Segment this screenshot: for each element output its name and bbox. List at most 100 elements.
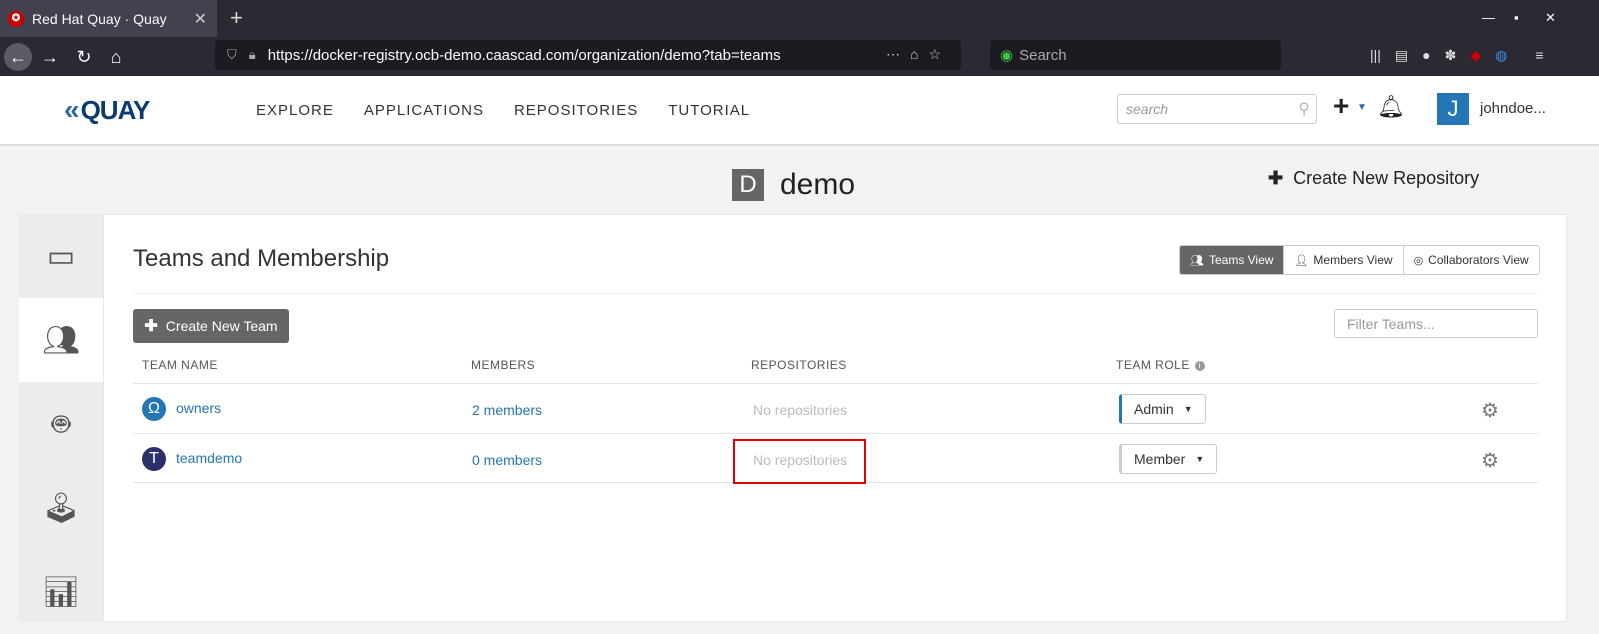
new-tab-icon[interactable]: + — [230, 5, 243, 31]
users-icon: 👥︎ — [41, 323, 81, 357]
column-header-repositories: REPOSITORIES — [751, 358, 847, 372]
info-icon[interactable]: i — [1194, 360, 1205, 371]
lock-icon: 🔒︎ — [248, 47, 256, 62]
org-name: demo — [780, 168, 856, 201]
browser-chrome: ✪ Red Hat Quay · Quay ✕ + — ▪ ✕ ← → ↻ ⌂ … — [0, 0, 1599, 76]
extension-icon[interactable]: ✽ — [1445, 47, 1457, 64]
filter-teams-input[interactable]: Filter Teams... — [1334, 309, 1538, 338]
reload-icon[interactable]: ↻ — [70, 43, 98, 71]
gear-icon[interactable]: ⚙ — [1481, 448, 1499, 473]
user-icon: 👤︎ — [1294, 254, 1309, 267]
teams-panel: Teams and Membership 👥︎ Teams View 👤︎ Memb… — [103, 214, 1567, 622]
org-avatar: D — [732, 169, 764, 201]
nav-bar: ← → ↻ ⌂ ⛉ 🔒︎ https://docker-registry.ocb… — [0, 37, 1599, 76]
org-sidebar: ▭ 👥︎ 🤖︎ 🕹︎ 📊︎ — [19, 214, 103, 622]
nav-tutorial[interactable]: TUTORIAL — [668, 102, 750, 119]
nav-explore[interactable]: EXPLORE — [256, 102, 334, 119]
menu-icon[interactable]: ≡ — [1535, 47, 1543, 64]
bar-chart-icon: 📊︎ — [41, 575, 81, 609]
logo-text: QUAY — [80, 94, 151, 125]
plus-icon: ✚ — [1268, 168, 1284, 188]
view-toggle-group: 👥︎ Teams View 👤︎ Members View ◎ Collaborato… — [1179, 245, 1540, 275]
column-header-team-name: TEAM NAME — [142, 358, 218, 372]
quay-logo[interactable]: « QUAY — [64, 94, 151, 126]
collaborators-view-label: Collaborators View — [1428, 253, 1529, 267]
org-title: D demo — [732, 168, 855, 202]
chevron-down-icon[interactable]: ▼ — [1357, 102, 1367, 113]
url-bar[interactable]: ⛉ 🔒︎ https://docker-registry.ocb-demo.ca… — [215, 40, 961, 70]
back-icon[interactable]: ← — [4, 43, 32, 71]
close-tab-icon[interactable]: ✕ — [194, 9, 207, 29]
sidebar-item-repositories[interactable]: ▭ — [19, 214, 103, 298]
account-icon[interactable]: ● — [1422, 47, 1430, 64]
team-members-link[interactable]: 0 members — [472, 452, 542, 468]
users-icon: 👥︎ — [1190, 254, 1204, 267]
team-role-value: Member — [1134, 451, 1186, 467]
sidebar-item-teams[interactable]: 👥︎ — [19, 298, 103, 382]
create-repository-button[interactable]: ✚ Create New Repository — [1268, 168, 1479, 189]
forward-icon[interactable]: → — [36, 43, 64, 71]
minimize-icon[interactable]: — — [1482, 10, 1495, 25]
shield-icon: ⛉ — [227, 47, 237, 62]
main-nav: EXPLORE APPLICATIONS REPOSITORIES TUTORI… — [256, 102, 750, 119]
team-avatar: Ω — [142, 397, 166, 421]
tab-bar: ✪ Red Hat Quay · Quay ✕ + — ▪ ✕ — [0, 0, 1599, 37]
highlight-box — [733, 439, 866, 484]
hdd-icon: ▭ — [46, 239, 76, 273]
sidebar-item-robots[interactable]: 🤖︎ — [19, 382, 103, 466]
collaborators-view-button[interactable]: ◎ Collaborators View — [1402, 246, 1539, 274]
tab-title: Red Hat Quay · Quay — [32, 10, 167, 27]
search-engine-icon: ◉ — [1000, 47, 1014, 64]
robot-icon: 🤖︎ — [52, 407, 70, 441]
column-header-members: MEMBERS — [471, 358, 536, 372]
nav-applications[interactable]: APPLICATIONS — [364, 102, 484, 119]
browser-search-placeholder: Search — [1019, 46, 1067, 64]
home-icon[interactable]: ⌂ — [102, 43, 130, 71]
teams-view-label: Teams View — [1208, 253, 1274, 267]
sidebar-item-applications[interactable]: 🕹︎ — [19, 466, 103, 550]
table-row: Ω owners 2 members No repositories Admin… — [133, 383, 1538, 433]
username[interactable]: johndoe... — [1480, 100, 1546, 117]
ublock-icon[interactable]: ◆ — [1470, 47, 1481, 64]
team-name-link[interactable]: owners — [176, 400, 221, 416]
team-role-select[interactable]: Admin ▼ — [1119, 394, 1206, 424]
create-repo-label: Create New Repository — [1293, 168, 1480, 188]
user-avatar[interactable]: J — [1437, 93, 1469, 125]
search-icon: ⚲ — [1298, 101, 1310, 118]
team-name-link[interactable]: teamdemo — [176, 450, 242, 466]
password-icon[interactable]: ◍ — [1495, 47, 1507, 64]
caret-down-icon: ▼ — [1183, 404, 1193, 414]
team-repositories: No repositories — [753, 402, 848, 418]
url-text: https://docker-registry.ocb-demo.caascad… — [267, 46, 781, 64]
browser-search[interactable]: ◉ Search — [990, 40, 1281, 70]
quay-logo-icon: « — [64, 94, 80, 125]
sidebar-item-usage-logs[interactable]: 📊︎ — [19, 550, 103, 634]
header-search-input[interactable]: search ⚲ — [1117, 94, 1317, 124]
quay-favicon-icon: ✪ — [8, 10, 24, 27]
plus-icon: ✚ — [144, 318, 158, 335]
page-actions-icon[interactable]: ⋯⌂☆ — [886, 46, 951, 63]
caret-down-icon: ▼ — [1195, 454, 1205, 464]
notifications-bell-icon[interactable]: 🔔︎ — [1377, 94, 1405, 120]
team-role-value: Admin — [1134, 401, 1174, 417]
team-avatar: T — [142, 447, 166, 471]
quay-header: « QUAY EXPLORE APPLICATIONS REPOSITORIES… — [0, 76, 1599, 146]
sidebar-icon[interactable]: ▤ — [1395, 47, 1408, 64]
page-title: Teams and Membership — [133, 245, 390, 272]
team-members-link[interactable]: 2 members — [472, 402, 542, 418]
joystick-icon: 🕹︎ — [41, 491, 81, 525]
create-team-button[interactable]: ✚ Create New Team — [133, 309, 289, 343]
divider — [133, 293, 1538, 294]
create-team-label: Create New Team — [165, 318, 278, 334]
create-plus-icon[interactable]: + — [1333, 90, 1349, 122]
library-icon[interactable]: ||| — [1370, 47, 1381, 64]
gear-icon[interactable]: ⚙ — [1481, 398, 1499, 423]
teams-view-button[interactable]: 👥︎ Teams View — [1180, 246, 1284, 274]
browser-tab[interactable]: ✪ Red Hat Quay · Quay ✕ — [0, 0, 217, 37]
maximize-icon[interactable]: ▪ — [1514, 10, 1519, 25]
team-role-select[interactable]: Member ▼ — [1119, 444, 1218, 474]
team-role-label: TEAM ROLE — [1116, 358, 1190, 372]
members-view-button[interactable]: 👤︎ Members View — [1283, 246, 1403, 274]
close-window-icon[interactable]: ✕ — [1545, 10, 1556, 26]
nav-repositories[interactable]: REPOSITORIES — [514, 102, 638, 119]
